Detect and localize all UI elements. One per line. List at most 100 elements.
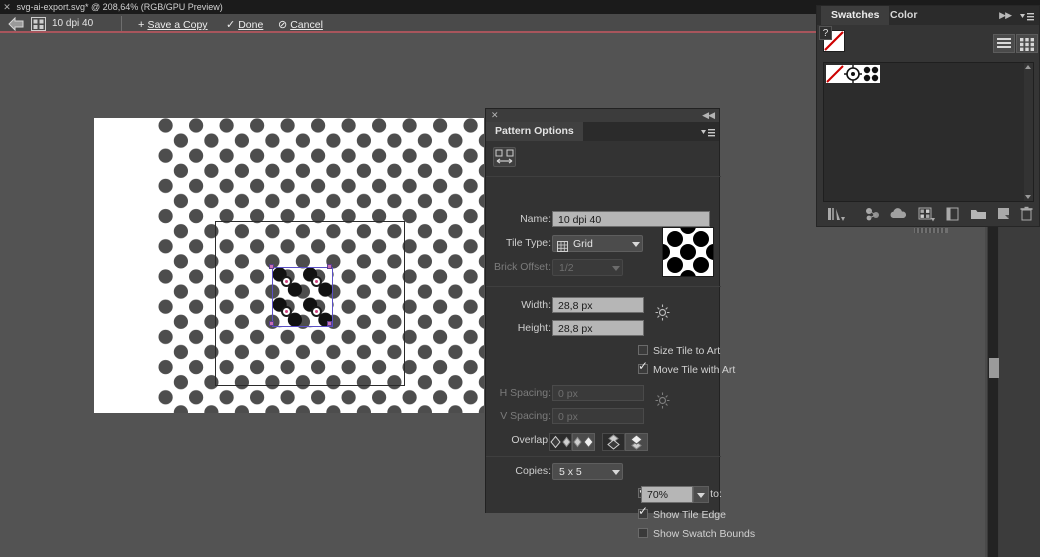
scroll-up-arrow-icon[interactable] (1025, 65, 1031, 69)
collapse-panel-icon[interactable]: ◀◀ (702, 110, 715, 121)
move-tile-with-art-checkbox[interactable] (638, 360, 648, 374)
grid-view-icon[interactable] (1016, 34, 1038, 53)
copies-label: Copies: (515, 465, 551, 477)
chevron-down-icon (632, 242, 640, 247)
tile-height-input[interactable]: 28,8 px (552, 320, 644, 336)
panel-menu-icon[interactable] (701, 126, 715, 137)
size-tile-to-art-checkbox[interactable] (638, 345, 648, 355)
dim-copies-select[interactable]: 70% (641, 486, 709, 503)
dim-copies-dropdown-button[interactable] (693, 486, 709, 503)
brick-offset-label: Brick Offset: (494, 261, 551, 273)
tile-edit-tool-icon[interactable] (493, 147, 516, 167)
color-guide-button[interactable] (863, 206, 882, 222)
overlap-top-in-front-button[interactable] (625, 433, 648, 451)
h-spacing-row: H Spacing: 0 px (486, 382, 721, 404)
swatch-none[interactable] (826, 65, 844, 83)
height-label: Height: (517, 322, 551, 334)
overlap-right-in-front-button[interactable] (572, 433, 595, 451)
swatches-footer (817, 202, 1039, 233)
overlap-bottom-in-front-button[interactable] (602, 433, 625, 451)
width-label: Width: (521, 299, 551, 311)
swatches-panel: Swatches Color ▶▶ ? (816, 5, 1040, 233)
pattern-options-panel: ✕ ◀◀ Pattern Options Name: 10 dpi 40 Til… (485, 108, 755, 540)
link-spacing-icon (655, 392, 670, 409)
tab-color[interactable]: Color (880, 6, 927, 25)
dim-copies-row: Dim Copies to: 70% (486, 484, 722, 506)
close-icon[interactable]: ✕ (0, 0, 14, 14)
link-dimensions-icon[interactable] (655, 304, 670, 321)
panel-divider (486, 456, 721, 457)
swatches-tab-row: Swatches Color ▶▶ (817, 6, 1039, 25)
show-tile-edge-label[interactable]: Show Tile Edge (653, 508, 726, 522)
selected-dot-anchor[interactable] (311, 306, 322, 317)
swatch-dots-pattern[interactable] (862, 65, 880, 83)
selected-dot-anchor[interactable] (281, 276, 292, 287)
scrollbar-thumb[interactable] (989, 358, 999, 378)
cancel-icon: ⊘ (278, 19, 288, 31)
brick-offset-select: 1/2 (552, 259, 623, 276)
show-swatch-bounds-label[interactable]: Show Swatch Bounds (653, 527, 755, 541)
panel-tab-row: Pattern Options (486, 122, 719, 141)
swatch-list[interactable] (823, 62, 1034, 202)
height-row: Height: 28,8 px (486, 317, 721, 339)
list-view-icon[interactable] (993, 34, 1015, 53)
expand-arrows-icon[interactable]: ▶▶ (999, 10, 1012, 21)
tile-anchor-top-right[interactable] (327, 264, 332, 269)
cloud-libraries-button[interactable] (889, 206, 908, 222)
v-spacing-row: V Spacing: 0 px (486, 405, 721, 427)
swatch-registration-pattern[interactable] (844, 65, 862, 83)
swatch-options-folder-button[interactable] (969, 206, 988, 222)
copies-row: Copies: 5 x 5 (486, 460, 721, 482)
tile-anchor-bottom-right[interactable] (327, 321, 332, 326)
overlap-label: Overlap: (511, 434, 551, 446)
pattern-tile-edge[interactable] (269, 264, 333, 327)
selected-dot-anchor[interactable] (281, 306, 292, 317)
document-title: svg-ai-export.svg* @ 208,64% (RGB/GPU Pr… (16, 2, 223, 12)
panel-resize-grip[interactable] (914, 220, 948, 233)
check-icon: ✓ (226, 19, 236, 31)
name-label: Name: (520, 213, 551, 225)
editing-pattern-name: 10 dpi 40 (52, 18, 94, 29)
size-tile-to-art-label[interactable]: Size Tile to Art (653, 344, 720, 358)
overlap-row: Overlap: (486, 429, 721, 451)
toolbar-separator (121, 16, 122, 31)
copies-value: 5 x 5 (559, 466, 582, 478)
selected-dot-anchor[interactable] (311, 276, 322, 287)
brick-offset-value: 1/2 (559, 262, 574, 274)
tile-width-input[interactable]: 28,8 px (552, 297, 644, 313)
tile-anchor-bottom-left[interactable] (269, 321, 274, 326)
tile-type-value: Grid (573, 238, 593, 250)
tile-type-select[interactable]: Grid (552, 235, 643, 252)
swatch-list-scrollbar[interactable] (1024, 63, 1033, 201)
plus-icon: + (138, 19, 145, 31)
unknown-swatch-icon: ? (819, 26, 832, 40)
tab-pattern-options[interactable]: Pattern Options (486, 122, 583, 141)
back-arrow-icon[interactable] (8, 16, 25, 32)
show-tile-edge-checkbox[interactable] (638, 505, 648, 519)
pattern-name-input[interactable]: 10 dpi 40 (552, 211, 710, 227)
cancel-button[interactable]: Cancel (290, 17, 323, 34)
panel-divider (486, 176, 721, 177)
swatch-libraries-button[interactable] (826, 206, 845, 222)
show-swatch-bounds-checkbox[interactable] (638, 528, 648, 538)
move-tile-with-art-label[interactable]: Move Tile with Art (653, 363, 735, 377)
panel-divider (486, 286, 721, 287)
copies-select[interactable]: 5 x 5 (552, 463, 623, 480)
save-a-copy-button[interactable]: Save a Copy (147, 17, 207, 34)
width-row: Width: 28,8 px (486, 294, 721, 316)
panel-menu-icon[interactable] (1020, 10, 1034, 21)
v-spacing-input: 0 px (552, 408, 644, 424)
delete-swatch-button[interactable] (1017, 206, 1036, 222)
pattern-tile-icon[interactable] (31, 17, 46, 31)
dim-copies-value: 70% (647, 489, 669, 501)
v-spacing-label: V Spacing: (500, 410, 551, 422)
h-spacing-input: 0 px (552, 385, 644, 401)
new-swatch-button[interactable] (994, 206, 1013, 222)
overlap-left-in-front-button[interactable] (549, 433, 572, 451)
scroll-down-arrow-icon[interactable] (1025, 195, 1031, 199)
tile-anchor-top-left[interactable] (269, 264, 274, 269)
done-button[interactable]: Done (238, 17, 263, 34)
close-icon[interactable]: ✕ (491, 110, 499, 121)
panel-body: Name: 10 dpi 40 Tile Type: Grid Brick Of… (486, 141, 755, 540)
chevron-down-icon (612, 266, 620, 271)
